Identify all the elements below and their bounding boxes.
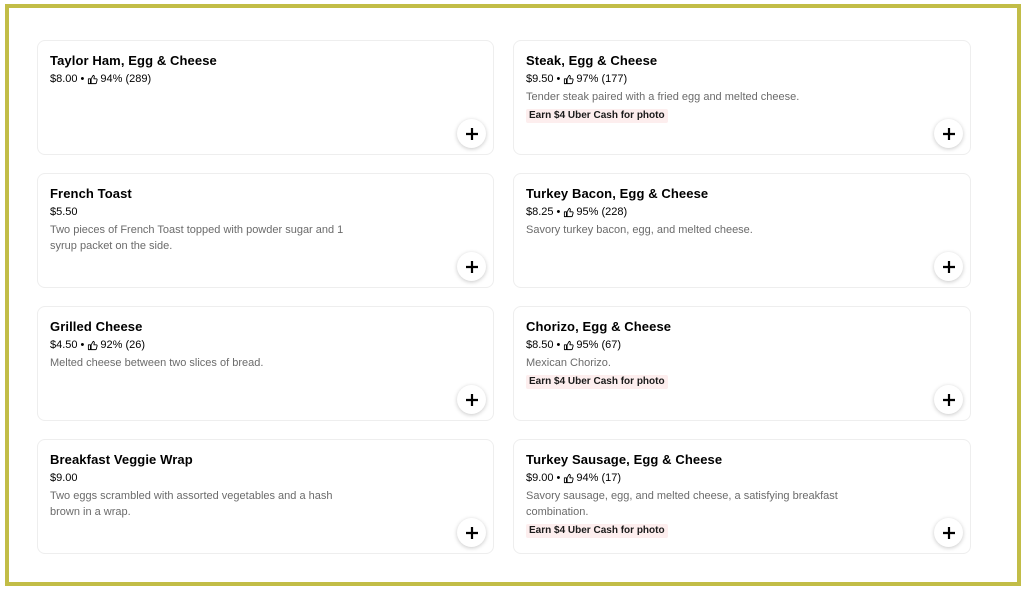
menu-item-card[interactable]: French Toast $5.50 Two pieces of French … xyxy=(37,173,494,288)
item-name: Turkey Sausage, Egg & Cheese xyxy=(526,452,723,467)
item-price: $5.50 xyxy=(50,206,78,218)
item-meta: $9.00 • 94% (17) xyxy=(526,471,958,485)
item-price: $9.50 xyxy=(526,73,554,85)
item-price: $8.25 xyxy=(526,206,554,218)
add-item-button[interactable] xyxy=(934,385,963,414)
add-item-button[interactable] xyxy=(457,518,486,547)
item-price: $9.00 xyxy=(526,472,554,484)
plus-icon xyxy=(942,393,955,406)
item-price: $4.50 xyxy=(50,339,78,351)
item-description: Two eggs scrambled with assorted vegetab… xyxy=(50,490,333,518)
menu-item-card[interactable]: Steak, Egg & Cheese $9.50 • 97% (177) Te… xyxy=(513,40,971,155)
menu-item-card[interactable]: Chorizo, Egg & Cheese $8.50 • 95% (67) M… xyxy=(513,306,971,421)
add-item-button[interactable] xyxy=(934,119,963,148)
item-name: Taylor Ham, Egg & Cheese xyxy=(50,53,217,68)
plus-icon xyxy=(942,526,955,539)
thumbs-up-icon xyxy=(563,207,574,218)
item-meta: $5.50 xyxy=(50,205,481,219)
item-meta: $9.00 xyxy=(50,471,481,485)
item-name: French Toast xyxy=(50,186,132,201)
item-meta: $8.00 • 94% (289) xyxy=(50,72,481,86)
add-item-button[interactable] xyxy=(457,119,486,148)
meta-separator: • xyxy=(556,472,561,484)
item-description: Savory sausage, egg, and melted cheese, … xyxy=(526,490,838,518)
add-item-button[interactable] xyxy=(457,385,486,414)
item-price: $9.00 xyxy=(50,472,78,484)
promo-badge: Earn $4 Uber Cash for photo xyxy=(526,524,668,538)
item-name: Chorizo, Egg & Cheese xyxy=(526,319,672,334)
thumbs-up-icon xyxy=(563,340,574,351)
menu-item-card[interactable]: Grilled Cheese $4.50 • 92% (26) Melted c… xyxy=(37,306,494,421)
item-rating: 95% (228) xyxy=(576,206,628,218)
item-meta: $9.50 • 97% (177) xyxy=(526,72,958,86)
item-rating: 92% (26) xyxy=(100,339,146,351)
item-price: $8.00 xyxy=(50,73,78,85)
menu-item-card[interactable]: Turkey Sausage, Egg & Cheese $9.00 • 94%… xyxy=(513,439,971,554)
thumbs-up-icon xyxy=(563,473,574,484)
menu-item-card[interactable]: Taylor Ham, Egg & Cheese $8.00 • 94% (28… xyxy=(37,40,494,155)
menu-item-card[interactable]: Breakfast Veggie Wrap $9.00 Two eggs scr… xyxy=(37,439,494,554)
menu-item-card[interactable]: Turkey Bacon, Egg & Cheese $8.25 • 95% (… xyxy=(513,173,971,288)
plus-icon xyxy=(465,393,478,406)
item-name: Turkey Bacon, Egg & Cheese xyxy=(526,186,709,201)
add-item-button[interactable] xyxy=(457,252,486,281)
plus-icon xyxy=(942,260,955,273)
plus-icon xyxy=(942,127,955,140)
item-name: Breakfast Veggie Wrap xyxy=(50,452,193,467)
plus-icon xyxy=(465,526,478,539)
meta-separator: • xyxy=(556,339,561,351)
plus-icon xyxy=(465,260,478,273)
plus-icon xyxy=(465,127,478,140)
item-price: $8.50 xyxy=(526,339,554,351)
item-rating: 97% (177) xyxy=(576,73,628,85)
item-description: Two pieces of French Toast topped with p… xyxy=(50,224,344,252)
meta-separator: • xyxy=(80,73,85,85)
screenshot-frame: Taylor Ham, Egg & Cheese $8.00 • 94% (28… xyxy=(5,4,1021,586)
add-item-button[interactable] xyxy=(934,518,963,547)
item-rating: 94% (289) xyxy=(100,73,152,85)
item-description: Tender steak paired with a fried egg and… xyxy=(526,91,800,103)
thumbs-up-icon xyxy=(563,74,574,85)
item-name: Steak, Egg & Cheese xyxy=(526,53,658,68)
item-meta: $4.50 • 92% (26) xyxy=(50,338,481,352)
item-meta: $8.50 • 95% (67) xyxy=(526,338,958,352)
add-item-button[interactable] xyxy=(934,252,963,281)
meta-separator: • xyxy=(556,73,561,85)
thumbs-up-icon xyxy=(87,340,98,351)
thumbs-up-icon xyxy=(87,74,98,85)
menu-item-grid: Taylor Ham, Egg & Cheese $8.00 • 94% (28… xyxy=(37,40,971,554)
item-rating: 95% (67) xyxy=(576,339,622,351)
item-name: Grilled Cheese xyxy=(50,319,143,334)
promo-badge: Earn $4 Uber Cash for photo xyxy=(526,375,668,389)
item-description: Mexican Chorizo. xyxy=(526,357,611,369)
item-description: Savory turkey bacon, egg, and melted che… xyxy=(526,224,753,236)
item-description: Melted cheese between two slices of brea… xyxy=(50,357,264,369)
item-meta: $8.25 • 95% (228) xyxy=(526,205,958,219)
meta-separator: • xyxy=(556,206,561,218)
promo-badge: Earn $4 Uber Cash for photo xyxy=(526,109,668,123)
item-rating: 94% (17) xyxy=(576,472,622,484)
meta-separator: • xyxy=(80,339,85,351)
